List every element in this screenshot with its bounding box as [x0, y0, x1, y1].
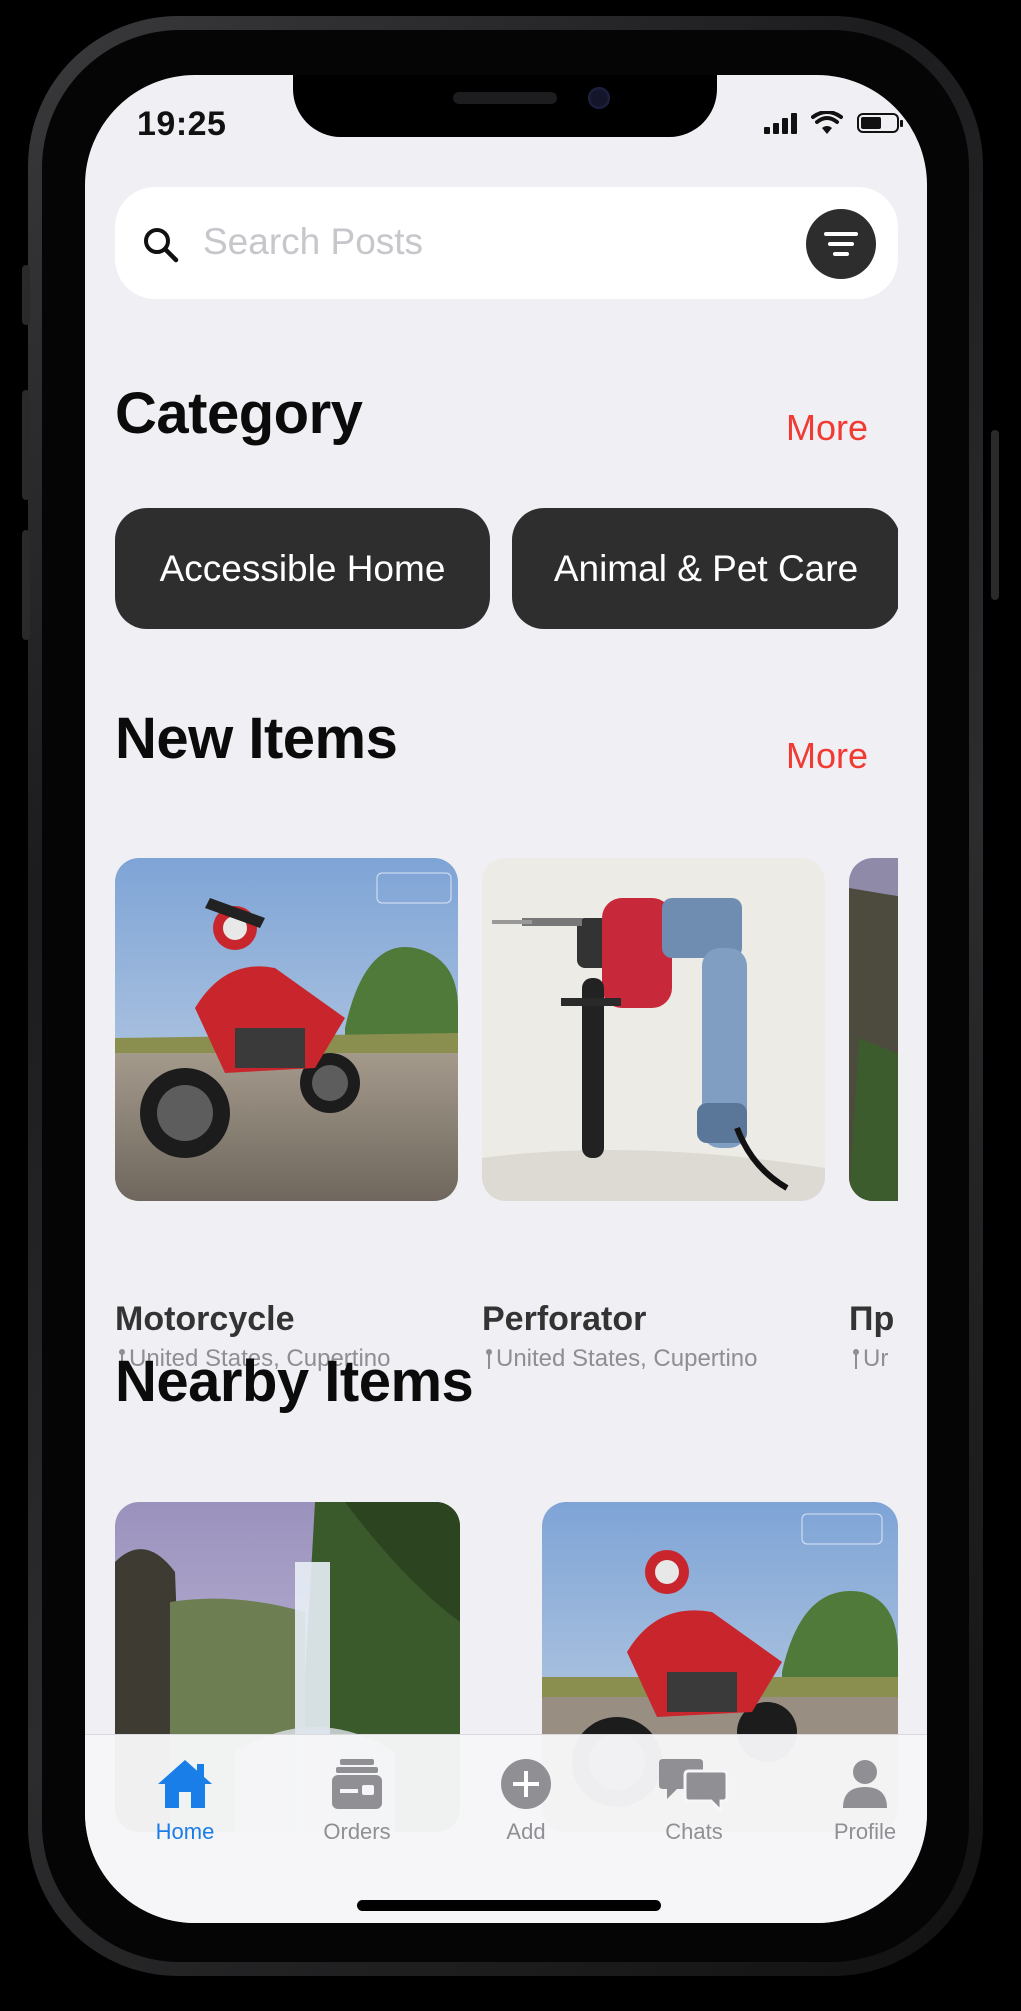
category-title: Category	[115, 381, 363, 446]
category-chip-label: Animal & Pet Care	[553, 547, 859, 589]
item-title: Motorcycle	[115, 1300, 295, 1338]
app-screen: 19:25 Search Posts Category More Accessi…	[85, 75, 927, 1923]
item-title: Пр	[849, 1300, 895, 1338]
tab-home[interactable]: Home	[125, 1753, 245, 1845]
perforator-photo	[482, 858, 825, 1201]
new-items-title: New Items	[115, 706, 398, 771]
item-location: United States, Cupertino	[486, 1345, 757, 1373]
tab-label: Add	[506, 1819, 546, 1844]
add-icon	[501, 1759, 551, 1809]
chats-icon	[659, 1759, 729, 1813]
tab-bar: Home Orders Add Chats Profile	[85, 1734, 927, 1923]
waterfall-photo	[849, 858, 898, 1201]
category-chip-label: Accessible Home	[159, 547, 446, 589]
new-items-more-link[interactable]: More	[786, 735, 868, 777]
tab-chats[interactable]: Chats	[634, 1753, 754, 1845]
item-location: Ur	[853, 1345, 888, 1373]
motorcycle-photo	[115, 858, 458, 1201]
nearby-items-title: Nearby Items	[115, 1349, 474, 1414]
item-image-motorcycle[interactable]	[115, 858, 458, 1201]
item-location-text: United States, Cupertino	[496, 1345, 758, 1372]
orders-icon	[332, 1759, 382, 1809]
tab-profile[interactable]: Profile	[805, 1753, 925, 1845]
item-image-partial[interactable]	[849, 858, 898, 1201]
category-chip[interactable]: Animal & Pet Care	[512, 508, 898, 629]
profile-icon	[843, 1760, 887, 1808]
item-title: Perforator	[482, 1300, 647, 1338]
tab-orders[interactable]: Orders	[297, 1753, 417, 1845]
category-chip[interactable]: Accessible Home	[115, 508, 490, 629]
home-indicator[interactable]	[357, 1900, 661, 1911]
location-pin-icon	[486, 1349, 492, 1369]
volume-down-button	[22, 530, 30, 640]
tab-label: Orders	[323, 1819, 391, 1844]
mute-switch	[22, 265, 30, 325]
power-button	[991, 430, 999, 600]
location-pin-icon	[853, 1349, 859, 1369]
home-icon	[158, 1760, 212, 1808]
category-more-link[interactable]: More	[786, 407, 868, 449]
item-location-text: Ur	[863, 1345, 889, 1372]
volume-up-button	[22, 390, 30, 500]
tab-label: Home	[155, 1819, 215, 1844]
item-image-perforator[interactable]	[482, 858, 825, 1201]
content-scroll[interactable]: Category More Accessible Home Animal & P…	[85, 75, 898, 1923]
tab-label: Profile	[833, 1819, 897, 1844]
tab-label: Chats	[665, 1819, 723, 1844]
tab-add[interactable]: Add	[466, 1753, 586, 1845]
